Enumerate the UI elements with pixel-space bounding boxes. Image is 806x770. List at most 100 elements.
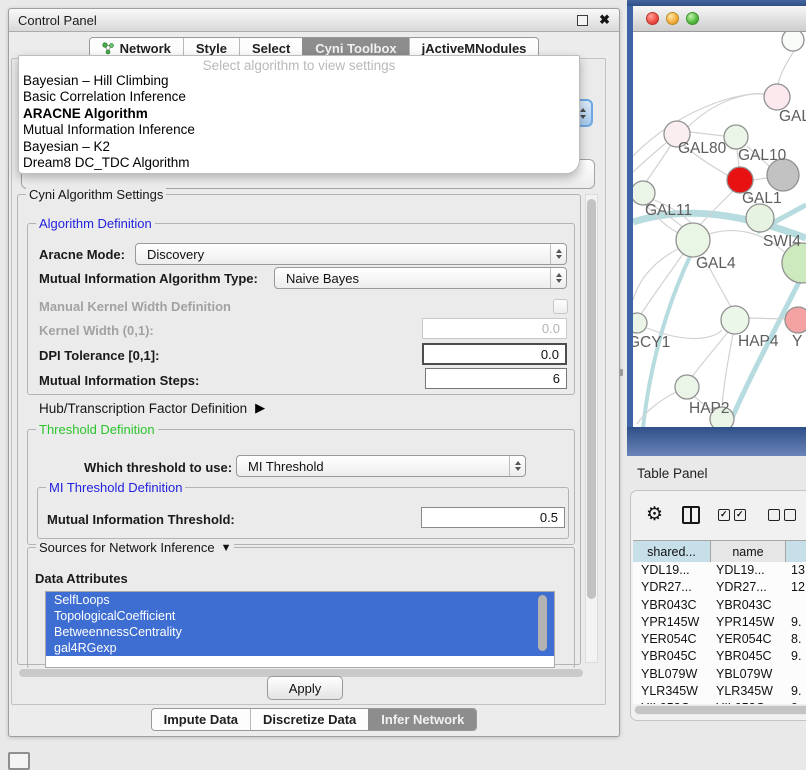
dropdown-placeholder: Select algorithm to view settings: [19, 56, 579, 73]
table-cell: YLR345W: [633, 683, 711, 700]
data-attribute-item[interactable]: gal4RGexp: [46, 640, 554, 656]
table-cell: [786, 666, 806, 683]
network-node-gal[interactable]: [764, 84, 790, 110]
scrollbar-thumb[interactable]: [635, 706, 806, 714]
apply-button[interactable]: Apply: [267, 676, 343, 700]
table-horizontal-scrollbar[interactable]: [634, 705, 806, 715]
table-row[interactable]: YER054CYER054C8.: [633, 631, 806, 648]
algorithm-option[interactable]: Bayesian – K2: [19, 139, 579, 155]
tab-discretize-data[interactable]: Discretize Data: [250, 709, 368, 730]
node-label: GAL10: [738, 147, 787, 164]
float-window-icon[interactable]: [577, 15, 588, 26]
table-row[interactable]: YBL079WYBL079W: [633, 666, 806, 683]
column-header-shared[interactable]: shared...: [633, 541, 711, 562]
minimize-traffic-light-icon[interactable]: [666, 12, 679, 25]
algorithm-option[interactable]: ARACNE Algorithm: [19, 106, 579, 122]
table-row[interactable]: YPR145WYPR145W9.: [633, 614, 806, 631]
network-node-hap4[interactable]: [721, 306, 749, 334]
node-label: GAL4: [696, 255, 736, 272]
table-cell: YDR27...: [711, 579, 786, 596]
aracne-mode-combo[interactable]: Discovery: [135, 243, 567, 265]
split-pane-handle[interactable]: [619, 369, 623, 376]
data-attribute-item[interactable]: SelfLoops: [46, 592, 554, 608]
table-row[interactable]: YLR345WYLR345W9.: [633, 683, 806, 700]
node-label: GCY1: [633, 334, 670, 351]
window-frame-bottom: [627, 427, 806, 456]
algorithm-option[interactable]: Bayesian – Hill Climbing: [19, 73, 579, 89]
data-attribute-item[interactable]: BetweennessCentrality: [46, 624, 554, 640]
network-node-gcy1[interactable]: [633, 313, 647, 333]
bottom-tab-group: Impute Data Discretize Data Infer Networ…: [151, 708, 478, 731]
node-label: GAL: [779, 108, 806, 125]
table-cell: 9.: [786, 614, 806, 631]
network-node-hap2[interactable]: [675, 375, 699, 399]
mi-steps-label: Mutual Information Steps:: [39, 373, 199, 388]
gear-icon[interactable]: ⚙: [646, 505, 663, 525]
table-cell: YPR145W: [711, 614, 786, 631]
column-header-name[interactable]: name: [711, 541, 786, 562]
table-row[interactable]: YBR045CYBR045C9.: [633, 648, 806, 665]
sources-title-row[interactable]: Sources for Network Inference ▼: [36, 540, 234, 555]
node-label: GAL11: [645, 202, 692, 219]
data-attributes-label: Data Attributes: [35, 571, 128, 586]
kernel-width-field[interactable]: 0.0: [422, 318, 567, 339]
table-cell: YBR043C: [633, 597, 711, 614]
network-canvas[interactable]: GALGAL80GAL10GAL1GAL11SWI4GAL4GCY1HAP4YH…: [633, 32, 806, 427]
data-attribute-item[interactable]: TopologicalCoefficient: [46, 608, 554, 624]
manual-kernel-checkbox[interactable]: [553, 299, 568, 314]
checked-pair-icon[interactable]: ✓✓: [718, 509, 750, 521]
table-row[interactable]: YIL052CYIL052C9.: [633, 700, 806, 704]
columns-icon[interactable]: [682, 506, 700, 524]
table-row[interactable]: YBR043CYBR043C: [633, 597, 806, 614]
algorithm-option[interactable]: Mutual Information Inference: [19, 122, 579, 138]
settings-vertical-scrollbar[interactable]: [585, 194, 598, 663]
network-node-gal4[interactable]: [676, 223, 710, 257]
table-row[interactable]: YDR27...YDR27...12: [633, 579, 806, 596]
aracne-mode-label: Aracne Mode:: [39, 247, 125, 262]
algorithm-definition-title: Algorithm Definition: [36, 216, 155, 231]
kernel-width-label: Kernel Width (0,1):: [39, 323, 154, 338]
table-cell: YBL079W: [711, 666, 786, 683]
table-cell: YDL19...: [633, 562, 711, 579]
threshold-definition-title: Threshold Definition: [36, 422, 158, 437]
table-body: YDL19...YDL19...13YDR27...YDR27...12YBR0…: [633, 562, 806, 704]
hub-definition-expander[interactable]: Hub/Transcription Factor Definition ▶: [39, 400, 265, 416]
table-panel: ⚙ ✓✓ shared... name YDL19...YDL19...13YD…: [630, 490, 806, 721]
zoom-traffic-light-icon[interactable]: [686, 12, 699, 25]
panel-corner-icon[interactable]: [8, 752, 30, 770]
algorithm-option[interactable]: Dream8 DC_TDC Algorithm: [19, 155, 579, 171]
close-icon[interactable]: ✖: [599, 15, 610, 25]
table-cell: YDL19...: [711, 562, 786, 579]
table-panel-title: Table Panel: [637, 466, 708, 481]
network-window-titlebar[interactable]: [633, 6, 806, 32]
scrollbar-thumb[interactable]: [587, 199, 596, 599]
list-scrollbar[interactable]: [538, 595, 547, 651]
mi-steps-field[interactable]: 6: [425, 368, 567, 389]
which-threshold-combo[interactable]: MI Threshold: [236, 455, 526, 477]
expander-arrow-icon: ▶: [255, 400, 265, 416]
node-label: HAP2: [689, 400, 730, 417]
mi-threshold-label: Mutual Information Threshold:: [47, 512, 235, 527]
network-node[interactable]: [782, 32, 804, 51]
table-cell: YBR045C: [711, 648, 786, 665]
dpi-tolerance-field[interactable]: 0.0: [422, 343, 567, 365]
tab-impute-data[interactable]: Impute Data: [152, 709, 250, 730]
unchecked-pair-icon[interactable]: [768, 509, 800, 521]
mi-type-combo[interactable]: Naive Bayes: [274, 267, 567, 289]
network-node-gal10[interactable]: [724, 125, 748, 149]
data-attributes-list[interactable]: SelfLoopsTopologicalCoefficientBetweenne…: [45, 591, 555, 668]
table-header: shared... name: [633, 540, 806, 563]
manual-kernel-label: Manual Kernel Width Definition: [39, 299, 231, 314]
network-node-swi4[interactable]: [746, 204, 774, 232]
column-header-extra[interactable]: [786, 541, 806, 562]
table-cell: 13: [786, 562, 806, 579]
mi-threshold-field[interactable]: 0.5: [421, 507, 565, 528]
close-traffic-light-icon[interactable]: [646, 12, 659, 25]
hub-definition-label: Hub/Transcription Factor Definition: [39, 401, 247, 416]
algorithm-option[interactable]: Basic Correlation Inference: [19, 89, 579, 105]
which-threshold-value: MI Threshold: [237, 459, 509, 474]
network-node-y[interactable]: [785, 307, 806, 333]
tab-infer-network[interactable]: Infer Network: [368, 709, 476, 730]
table-row[interactable]: YDL19...YDL19...13: [633, 562, 806, 579]
which-threshold-label: Which threshold to use:: [84, 460, 232, 475]
